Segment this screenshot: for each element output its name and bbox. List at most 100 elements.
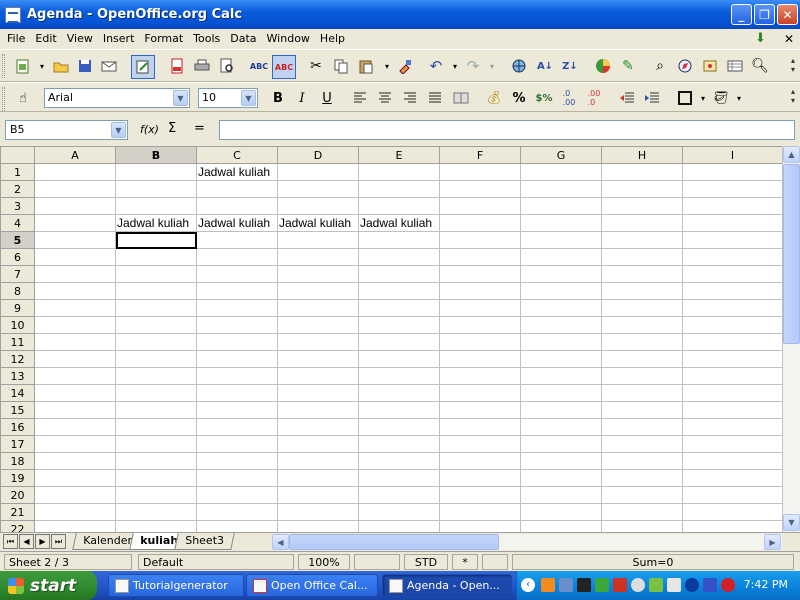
sum-indicator[interactable]: Sum=0 (512, 554, 794, 570)
cell-i22[interactable] (682, 520, 783, 532)
cell-c2[interactable] (196, 180, 278, 198)
cell-e17[interactable] (358, 435, 440, 453)
page-style[interactable]: Default (138, 554, 294, 570)
cell-b15[interactable] (115, 401, 197, 419)
cell-d22[interactable] (277, 520, 359, 532)
task-open-office-calc[interactable]: Open Office Cal... (246, 574, 378, 597)
cell-i6[interactable] (682, 248, 783, 266)
cell-h13[interactable] (601, 367, 683, 385)
cell-c11[interactable] (196, 333, 278, 351)
cell-g9[interactable] (520, 299, 602, 317)
draw-functions-icon[interactable]: ✎ (619, 57, 637, 75)
cell-f1[interactable] (439, 163, 521, 181)
row-header-13[interactable]: 13 (0, 367, 35, 385)
calc-app-icon[interactable] (5, 6, 21, 23)
cell-h2[interactable] (601, 180, 683, 198)
paste-icon[interactable] (357, 57, 375, 75)
cell-i5[interactable] (682, 231, 783, 249)
page-preview-icon[interactable] (218, 57, 236, 75)
function-button[interactable]: = (194, 121, 205, 136)
cell-g4[interactable] (520, 214, 602, 232)
row-header-11[interactable]: 11 (0, 333, 35, 351)
cell-b4[interactable]: Jadwal kuliah (115, 214, 197, 232)
cell-a8[interactable] (34, 282, 116, 300)
cell-a5[interactable] (34, 231, 116, 249)
cell-d19[interactable] (277, 469, 359, 487)
cell-a9[interactable] (34, 299, 116, 317)
zoom-icon[interactable]: 🔍︎ (751, 57, 769, 75)
justify-icon[interactable] (426, 89, 444, 107)
security-shield-icon[interactable] (613, 578, 627, 592)
cell-a2[interactable] (34, 180, 116, 198)
cell-h21[interactable] (601, 503, 683, 521)
align-left-icon[interactable] (351, 89, 369, 107)
italic-icon[interactable]: I (293, 89, 311, 107)
row-header-14[interactable]: 14 (0, 384, 35, 402)
cell-e1[interactable] (358, 163, 440, 181)
cell-a20[interactable] (34, 486, 116, 504)
cell-i10[interactable] (682, 316, 783, 334)
menu-tools[interactable]: Tools (188, 32, 225, 45)
cell-b5[interactable] (115, 231, 197, 249)
cell-a15[interactable] (34, 401, 116, 419)
row-header-12[interactable]: 12 (0, 350, 35, 368)
cell-i3[interactable] (682, 197, 783, 215)
sum-button[interactable]: Σ (168, 121, 176, 136)
styles-formatting-icon[interactable]: ☝ (14, 89, 32, 107)
menu-window[interactable]: Window (262, 32, 315, 45)
last-sheet-icon[interactable]: ⏭ (51, 534, 66, 549)
cell-e4[interactable]: Jadwal kuliah (358, 214, 440, 232)
cell-e22[interactable] (358, 520, 440, 532)
cell-h15[interactable] (601, 401, 683, 419)
cell-d8[interactable] (277, 282, 359, 300)
cell-d14[interactable] (277, 384, 359, 402)
column-header-a[interactable]: A (34, 146, 116, 164)
volume-icon[interactable] (631, 578, 645, 592)
borders-dropdown-icon[interactable]: ▾ (694, 89, 712, 107)
undo-dropdown-icon[interactable]: ▾ (446, 57, 464, 75)
column-header-i[interactable]: I (682, 146, 783, 164)
cell-h7[interactable] (601, 265, 683, 283)
row-header-4[interactable]: 4 (0, 214, 35, 232)
task-tutorialgenerator[interactable]: Tutorialgenerator (108, 574, 244, 597)
cell-c16[interactable] (196, 418, 278, 436)
tab-sheet3[interactable]: Sheet3 (174, 533, 235, 550)
cell-h18[interactable] (601, 452, 683, 470)
cell-a13[interactable] (34, 367, 116, 385)
cell-b2[interactable] (115, 180, 197, 198)
email-icon[interactable] (100, 57, 118, 75)
horizontal-scrollbar[interactable]: ◀ ▶ (272, 534, 782, 550)
cell-c21[interactable] (196, 503, 278, 521)
cell-g7[interactable] (520, 265, 602, 283)
tray-app-icon[interactable] (541, 578, 555, 592)
cell-d6[interactable] (277, 248, 359, 266)
cell-g3[interactable] (520, 197, 602, 215)
cell-g16[interactable] (520, 418, 602, 436)
cell-b16[interactable] (115, 418, 197, 436)
new-dropdown-icon[interactable]: ▾ (33, 57, 51, 75)
bluetooth-icon[interactable] (685, 578, 699, 592)
cell-b9[interactable] (115, 299, 197, 317)
cell-c20[interactable] (196, 486, 278, 504)
cell-a14[interactable] (34, 384, 116, 402)
cut-icon[interactable]: ✂ (307, 57, 325, 75)
background-color-dropdown-icon[interactable]: ▾ (730, 89, 748, 107)
cell-h22[interactable] (601, 520, 683, 532)
export-pdf-icon[interactable] (168, 57, 186, 75)
cell-g20[interactable] (520, 486, 602, 504)
navigator-icon[interactable] (676, 57, 694, 75)
cell-g10[interactable] (520, 316, 602, 334)
cell-h12[interactable] (601, 350, 683, 368)
cell-g11[interactable] (520, 333, 602, 351)
clock[interactable]: 7:42 PM (744, 578, 788, 591)
save-icon[interactable] (76, 57, 94, 75)
toolbar-grip[interactable] (2, 87, 5, 111)
cell-e6[interactable] (358, 248, 440, 266)
add-decimal-icon[interactable]: .0.00 (560, 89, 578, 107)
cell-h3[interactable] (601, 197, 683, 215)
cell-b21[interactable] (115, 503, 197, 521)
chevron-down-icon[interactable]: ▼ (241, 90, 256, 106)
cell-h11[interactable] (601, 333, 683, 351)
cell-a19[interactable] (34, 469, 116, 487)
cell-d16[interactable] (277, 418, 359, 436)
